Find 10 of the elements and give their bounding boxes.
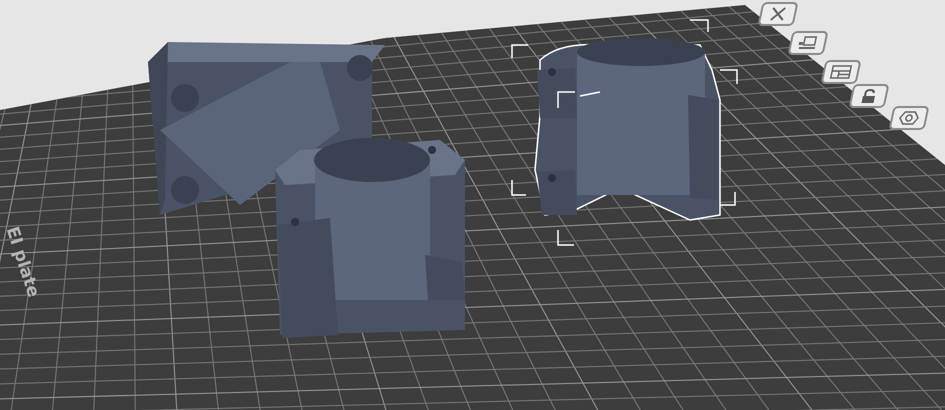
layout-icon <box>828 64 854 80</box>
layout-button[interactable] <box>820 60 862 84</box>
settings-icon <box>896 110 922 126</box>
plate-label: EI plate <box>2 224 44 300</box>
delete-button[interactable] <box>757 2 799 26</box>
bracket-model-drawing[interactable] <box>148 42 465 338</box>
lock-button[interactable] <box>848 84 890 108</box>
settings-button[interactable] <box>888 106 930 130</box>
clamp-model-drawing[interactable] <box>534 38 721 221</box>
arrange-button[interactable] <box>787 31 829 55</box>
